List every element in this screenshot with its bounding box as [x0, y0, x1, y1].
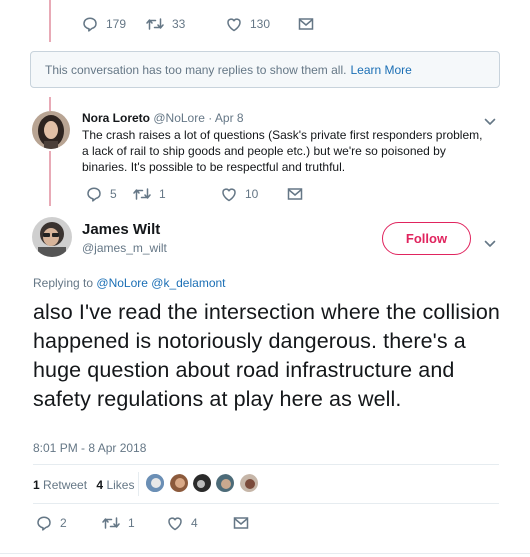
replying-to-kdelamont-link[interactable]: @k_delamont [151, 276, 225, 290]
liker-avatar-2[interactable] [169, 473, 189, 493]
retweets-label: Retweet [43, 478, 88, 492]
thread-line-reply-bottom [49, 151, 51, 206]
liker-avatars [145, 473, 265, 495]
replying-to: Replying to @NoLore @k_delamont [33, 276, 226, 290]
retweets-count: 1 [33, 478, 40, 492]
reply-count: 179 [106, 17, 127, 31]
main-message-action[interactable] [233, 516, 249, 530]
liker-avatar-1[interactable] [145, 473, 165, 493]
likes-stat[interactable]: 4 Likes [96, 478, 134, 492]
learn-more-link[interactable]: Learn More [350, 63, 411, 77]
likes-count: 4 [96, 478, 104, 492]
stats-divider-top [33, 464, 499, 465]
retweet-count: 33 [172, 17, 186, 31]
main-tweet-actions: 2 1 4 [36, 515, 249, 531]
reply-author-handle[interactable]: @NoLore [153, 111, 205, 125]
bottom-divider [0, 553, 530, 554]
main-timestamp[interactable]: 8:01 PM - 8 Apr 2018 [33, 441, 146, 455]
avatar-nora-loreto[interactable] [32, 111, 70, 149]
reply-header: Nora Loreto @NoLore · Apr 8 [82, 111, 244, 125]
reply-retweet-action[interactable]: 1 [133, 187, 221, 201]
main-reply-action[interactable]: 2 [36, 515, 102, 531]
reply-icon [86, 186, 102, 202]
reply-text: The crash raises a lot of questions (Sas… [82, 128, 483, 174]
message-icon [298, 17, 314, 31]
message-icon [287, 187, 303, 201]
thread-line-reply [49, 97, 51, 111]
replying-to-nolore-link[interactable]: @NoLore [96, 276, 148, 290]
notice-text: This conversation has too many replies t… [45, 62, 347, 77]
liker-avatar-4[interactable] [215, 473, 235, 493]
message-icon [233, 516, 249, 530]
retweet-icon [146, 17, 164, 31]
stats-vertical-divider [138, 472, 139, 496]
main-tweet-text: also I've read the intersection where th… [33, 300, 500, 411]
reply-date[interactable]: Apr 8 [215, 111, 244, 125]
like-action[interactable]: 130 [226, 17, 298, 32]
retweet-icon [102, 516, 120, 530]
liker-avatar-5[interactable] [239, 473, 259, 493]
liker-avatar-3[interactable] [192, 473, 212, 493]
chevron-down-icon [484, 235, 496, 252]
reply-separator: · [208, 111, 213, 125]
main-like-action[interactable]: 4 [167, 516, 233, 531]
main-menu-chevron[interactable] [484, 235, 496, 253]
retweet-action[interactable]: 33 [146, 17, 226, 31]
thread-line-top [49, 0, 51, 42]
message-action[interactable] [298, 17, 314, 31]
reply-icon [82, 16, 98, 32]
reply-icon [36, 515, 52, 531]
replying-to-label: Replying to [33, 276, 94, 290]
main-reply-count: 2 [60, 516, 67, 530]
like-icon [226, 17, 242, 32]
like-count: 130 [250, 17, 271, 31]
reply-reply-count: 5 [110, 187, 117, 201]
like-icon [221, 187, 237, 202]
top-tweet-actions: 179 33 130 [82, 16, 314, 32]
stats-divider-bottom [33, 503, 499, 504]
like-icon [167, 516, 183, 531]
main-author-handle[interactable]: @james_m_wilt [82, 241, 167, 255]
main-author-name[interactable]: James Wilt [82, 221, 160, 238]
reply-like-count: 10 [245, 187, 259, 201]
reply-author-name[interactable]: Nora Loreto [82, 111, 150, 125]
retweet-icon [133, 187, 151, 201]
avatar-james-wilt[interactable] [32, 217, 72, 257]
main-retweet-count: 1 [128, 516, 135, 530]
reply-like-action[interactable]: 10 [221, 187, 287, 202]
reply-reply-action[interactable]: 5 [86, 186, 130, 202]
likes-label: Likes [106, 478, 135, 492]
reply-actions: 5 1 10 [86, 186, 303, 202]
reply-action[interactable]: 179 [82, 16, 144, 32]
too-many-replies-notice: This conversation has too many replies t… [30, 51, 500, 88]
follow-button[interactable]: Follow [382, 222, 471, 255]
reply-retweet-count: 1 [159, 187, 166, 201]
reply-message-action[interactable] [287, 187, 303, 201]
main-retweet-action[interactable]: 1 [102, 516, 167, 530]
main-like-count: 4 [191, 516, 198, 530]
retweets-stat[interactable]: 1 Retweet [33, 478, 90, 492]
engagement-stats: 1 Retweet 4 Likes [33, 478, 134, 492]
